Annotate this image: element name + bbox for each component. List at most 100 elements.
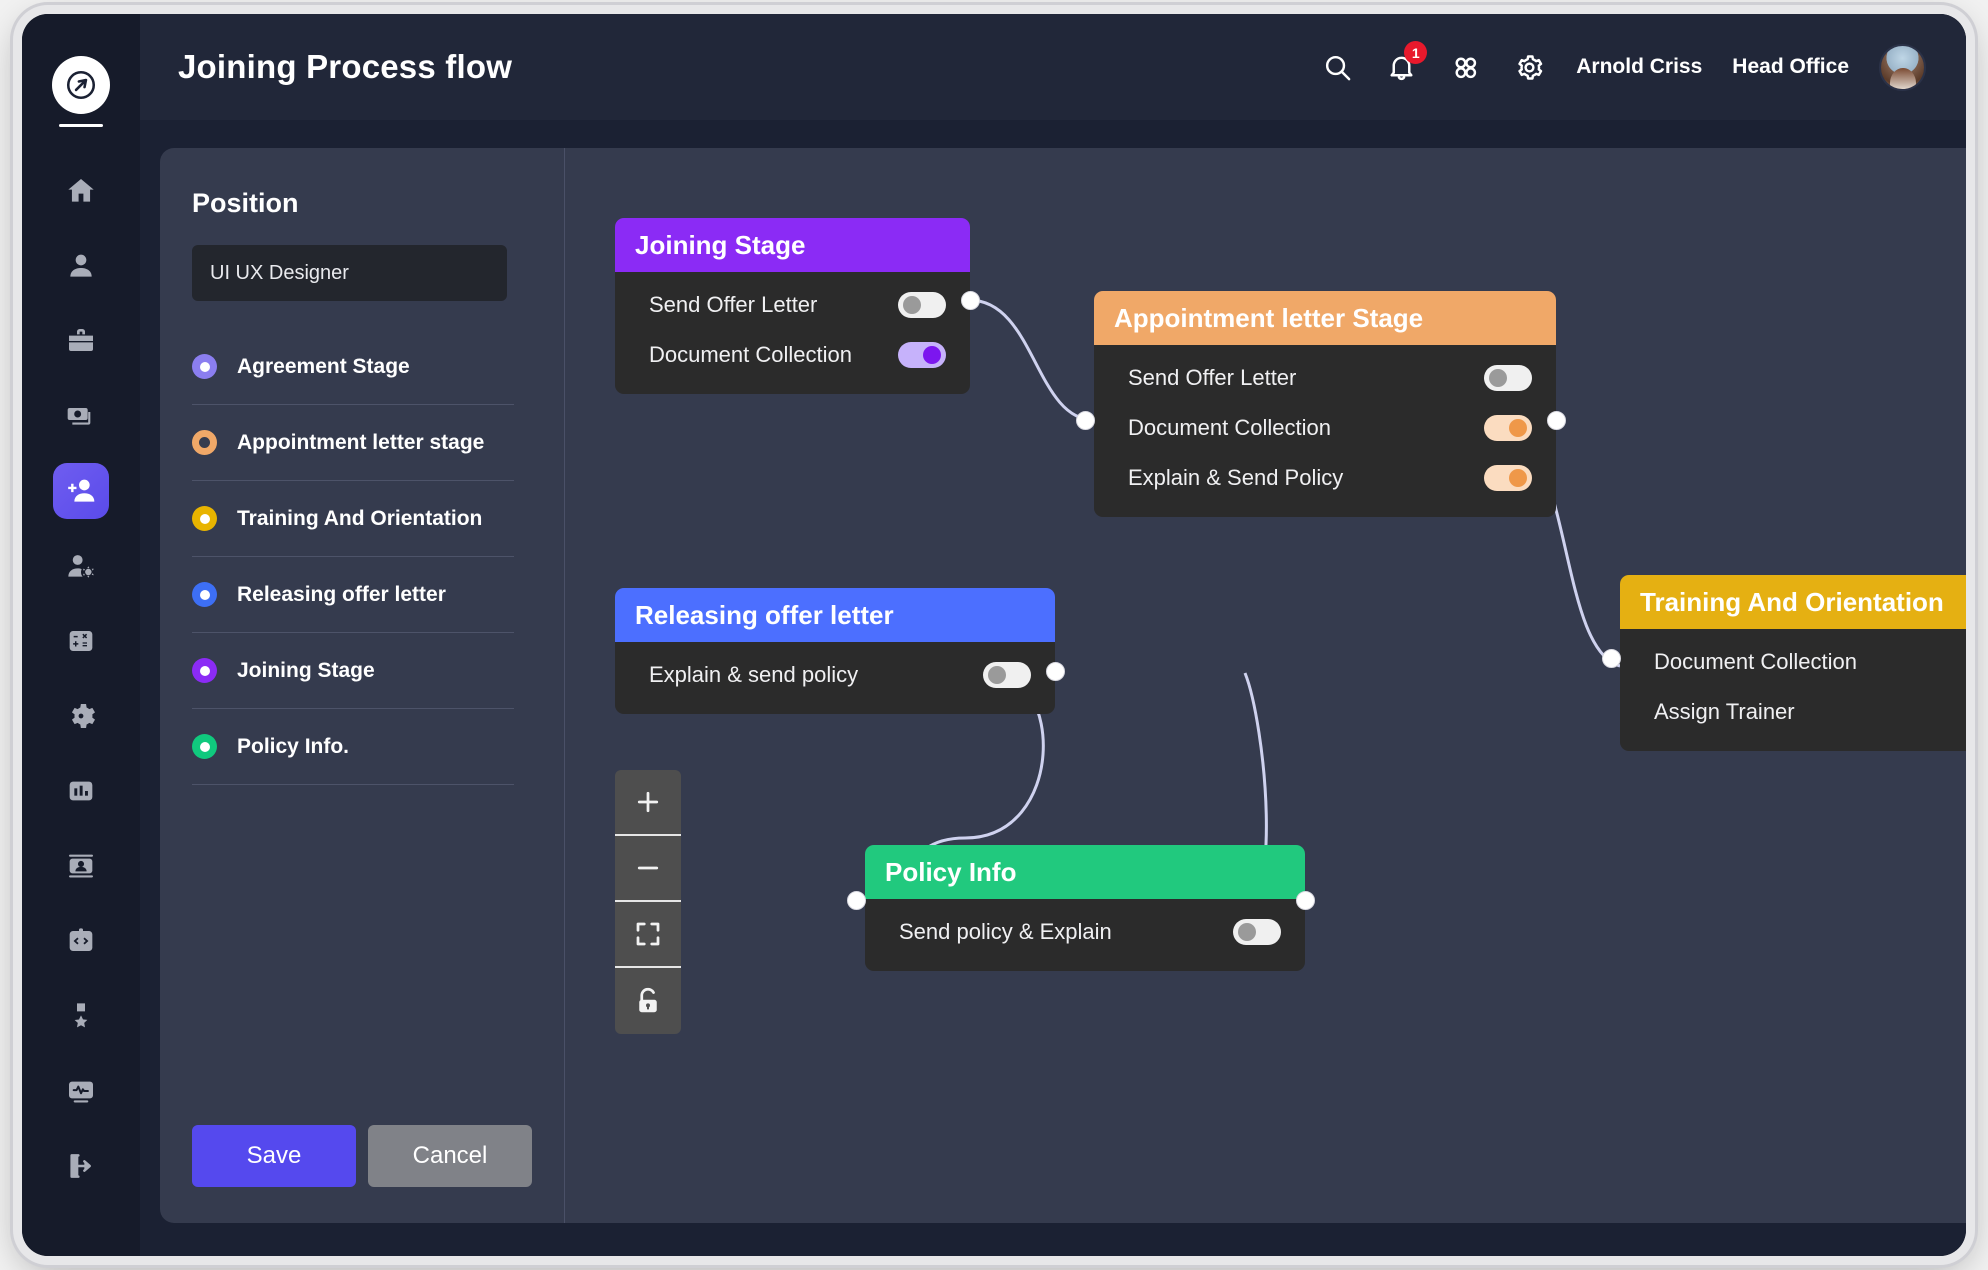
flow-node-releasing-offer-letter[interactable]: Releasing offer letter Explain & send pol…	[615, 588, 1055, 714]
flow-node-training-and-orientation[interactable]: Training And OrientationDocument Collect…	[1620, 575, 1966, 751]
stage-item-0[interactable]: Agreement Stage	[192, 329, 526, 404]
flow-node-row-toggle[interactable]	[898, 292, 946, 318]
flow-node-port[interactable]	[1547, 411, 1566, 430]
gear-icon[interactable]	[1512, 50, 1546, 84]
toggle-knob	[1509, 469, 1527, 487]
stage-item-5[interactable]: Policy Info.	[192, 709, 526, 784]
position-form-panel: Position Agreement StageAppointment lett…	[160, 148, 565, 1223]
flow-node-title: Policy Info	[865, 845, 1305, 899]
app-window: Joining Process flow 1 Arnold Criss Head…	[22, 14, 1966, 1256]
grid-apps-icon[interactable]	[1448, 50, 1482, 84]
notification-badge: 1	[1404, 41, 1427, 64]
stage-item-1[interactable]: Appointment letter stage	[192, 405, 526, 480]
zoom-in-button[interactable]	[615, 770, 681, 836]
flow-node-row-label: Explain & Send Policy	[1128, 465, 1343, 491]
stage-bullet-icon	[192, 582, 217, 607]
flow-editor-panel: Position Agreement StageAppointment lett…	[160, 148, 1966, 1223]
sidebar-item-user[interactable]	[53, 238, 109, 294]
flow-node-row-toggle[interactable]	[1233, 919, 1281, 945]
top-bar-actions: 1 Arnold Criss Head Office	[1320, 44, 1926, 91]
sidebar-item-reports[interactable]	[53, 763, 109, 819]
flow-node-joining-stage[interactable]: Joining StageSend Offer LetterDocument C…	[615, 218, 970, 394]
flow-node-row: Send policy & Explain	[865, 907, 1305, 957]
sidebar-item-calculator[interactable]	[53, 613, 109, 669]
user-name[interactable]: Arnold Criss	[1576, 55, 1702, 79]
stage-bullet-icon	[192, 430, 217, 455]
content-area: Position Agreement StageAppointment lett…	[140, 120, 1966, 1256]
flow-node-row-toggle[interactable]	[1484, 465, 1532, 491]
search-icon[interactable]	[1320, 50, 1354, 84]
stage-item-2[interactable]: Training And Orientation	[192, 481, 526, 556]
toggle-knob	[923, 346, 941, 364]
flow-node-port[interactable]	[1296, 891, 1315, 910]
sidebar-item-add-user[interactable]	[53, 463, 109, 519]
sidebar-item-user-settings[interactable]	[53, 538, 109, 594]
lock-canvas-button[interactable]	[615, 968, 681, 1034]
stage-label: Policy Info.	[237, 735, 349, 759]
save-button[interactable]: Save	[192, 1125, 356, 1187]
flow-node-row-toggle[interactable]	[983, 662, 1031, 688]
fit-to-screen-button[interactable]	[615, 902, 681, 968]
flow-node-appointment-letter-stage[interactable]: Appointment letter StageSend Offer Lette…	[1094, 291, 1556, 517]
flow-node-row-toggle[interactable]	[1484, 365, 1532, 391]
sidebar-item-employee-card[interactable]	[53, 838, 109, 894]
flow-canvas[interactable]: Joining StageSend Offer LetterDocument C…	[565, 148, 1966, 1223]
flow-node-row-label: Document Collection	[649, 342, 852, 368]
flow-node-port[interactable]	[1046, 662, 1065, 681]
flow-node-row-label: Explain & send policy	[649, 662, 858, 688]
flow-node-row: Send Offer Letter	[615, 280, 970, 330]
flow-node-row-label: Send Offer Letter	[649, 292, 817, 318]
rocket-logo	[52, 56, 110, 114]
flow-node-row: Document Collection	[1620, 637, 1966, 687]
flow-node-row: Document Collection	[1094, 403, 1556, 453]
flow-node-port[interactable]	[1076, 411, 1095, 430]
stage-label: Joining Stage	[237, 659, 375, 683]
sidebar-nav	[22, 14, 140, 1256]
flow-node-row-label: Assign Trainer	[1654, 699, 1795, 725]
avatar[interactable]	[1879, 44, 1926, 91]
minus-icon	[633, 853, 663, 883]
expand-frame-icon	[633, 919, 663, 949]
sidebar-item-jobs[interactable]	[53, 313, 109, 369]
flow-node-body: Send Offer Letter Document Collection	[615, 272, 970, 394]
flow-node-row: Assign Trainer	[1620, 687, 1966, 737]
sidebar-item-logout[interactable]	[53, 1138, 109, 1194]
flow-node-title: Releasing offer letter	[615, 588, 1055, 642]
cancel-button[interactable]: Cancel	[368, 1125, 532, 1187]
flow-node-port[interactable]	[1602, 649, 1621, 668]
flow-node-body: Send Offer Letter Document Collection Expl…	[1094, 345, 1556, 517]
flow-node-row-label: Document Collection	[1128, 415, 1331, 441]
flow-node-row: Explain & Send Policy	[1094, 453, 1556, 503]
flow-node-row-label: Send Offer Letter	[1128, 365, 1296, 391]
toggle-knob	[1509, 419, 1527, 437]
stage-bullet-icon	[192, 354, 217, 379]
sidebar-item-awards[interactable]	[53, 988, 109, 1044]
flow-node-row-label: Send policy & Explain	[899, 919, 1112, 945]
stage-list: Agreement StageAppointment letter stageT…	[192, 329, 526, 785]
flow-node-port[interactable]	[847, 891, 866, 910]
zoom-toolbar	[615, 770, 681, 1034]
sidebar-item-settings[interactable]	[53, 688, 109, 744]
flow-node-row: Send Offer Letter	[1094, 353, 1556, 403]
position-input[interactable]	[192, 245, 507, 301]
plus-icon	[633, 787, 663, 817]
bell-icon[interactable]: 1	[1384, 50, 1418, 84]
flow-node-policy-info[interactable]: Policy Info Send policy & Explain	[865, 845, 1305, 971]
stage-item-3[interactable]: Releasing offer letter	[192, 557, 526, 632]
zoom-out-button[interactable]	[615, 836, 681, 902]
sidebar-item-code-clipboard[interactable]	[53, 913, 109, 969]
sidebar-item-activity[interactable]	[53, 1063, 109, 1119]
flow-node-row-toggle[interactable]	[898, 342, 946, 368]
sidebar-item-payroll[interactable]	[53, 388, 109, 444]
stage-bullet-icon	[192, 658, 217, 683]
flow-node-title: Training And Orientation	[1620, 575, 1966, 629]
form-actions: Save Cancel	[192, 1125, 532, 1187]
flow-node-row: Document Collection	[615, 330, 970, 380]
flow-node-body: Document Collection Assign Trainer	[1620, 629, 1966, 751]
office-name[interactable]: Head Office	[1732, 55, 1849, 79]
stage-item-4[interactable]: Joining Stage	[192, 633, 526, 708]
flow-node-row-toggle[interactable]	[1484, 415, 1532, 441]
flow-node-title: Appointment letter Stage	[1094, 291, 1556, 345]
sidebar-item-home[interactable]	[53, 163, 109, 219]
flow-node-port[interactable]	[961, 291, 980, 310]
